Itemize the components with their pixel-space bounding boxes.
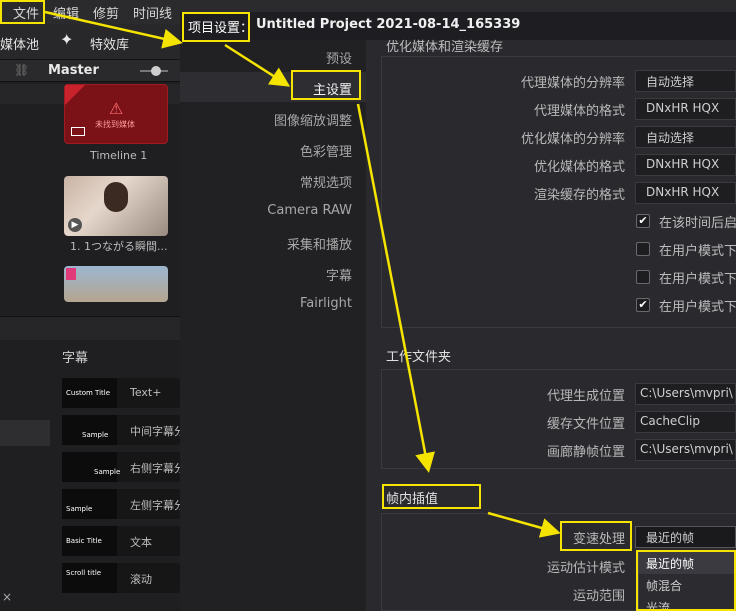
annotation-arrows <box>44 10 561 538</box>
arrow-to-frame-interpolation <box>356 103 435 473</box>
arrow-to-retime-process <box>487 511 561 538</box>
arrow-to-master-settings <box>224 43 291 87</box>
arrow-file-to-dialog <box>44 10 183 49</box>
